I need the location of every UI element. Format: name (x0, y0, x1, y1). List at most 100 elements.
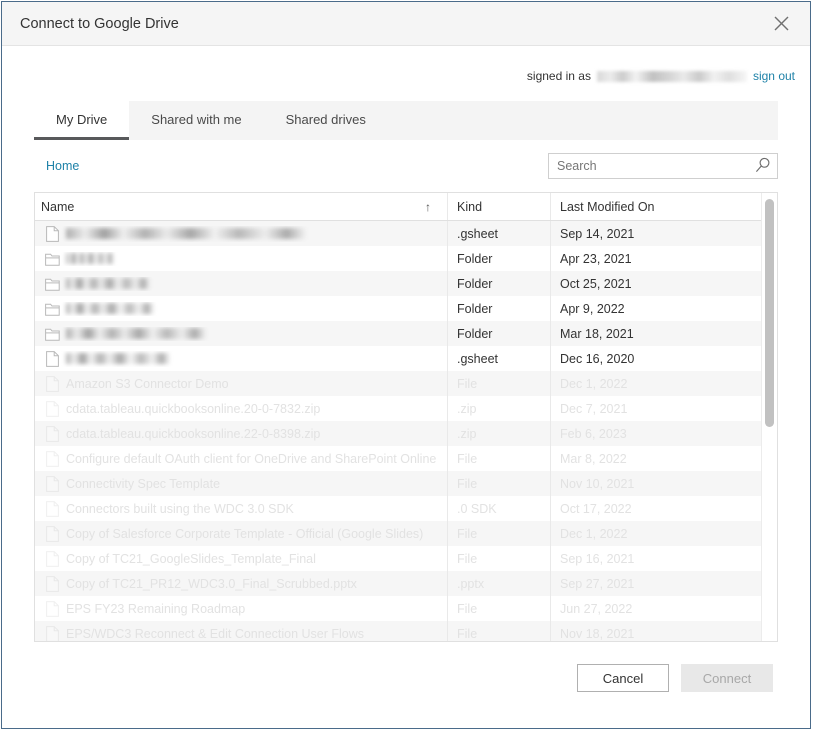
file-name-label: Connectors built using the WDC 3.0 SDK (66, 501, 294, 516)
table-row[interactable]: cdata.tableau.quickbooksonline.20-0-7832… (35, 396, 761, 421)
cell-name (35, 252, 447, 266)
sort-ascending-icon: ↑ (425, 199, 431, 214)
file-rows: .gsheet Sep 14, 2021 Folder Apr 23, 2021 Fol… (35, 221, 761, 641)
signed-in-email-redacted (596, 70, 747, 82)
close-icon[interactable] (768, 11, 794, 37)
signed-in-label: signed in as (526, 69, 591, 83)
file-browser-table: Name ↑ Kind Last Modified On .gsheet Sep … (34, 192, 778, 642)
file-name-label: EPS FY23 Remaining Roadmap (66, 601, 246, 616)
tab-shared-with-me[interactable]: Shared with me (129, 101, 263, 140)
cell-last-modified: Oct 17, 2022 (550, 496, 761, 521)
sign-out-link[interactable]: sign out (753, 69, 795, 83)
breadcrumb-search-bar: Home (34, 140, 778, 192)
file-icon (41, 500, 63, 517)
file-name-redacted (66, 328, 206, 339)
table-row[interactable]: Connectivity Spec Template File Nov 10, 20… (35, 471, 761, 496)
file-name-label: Copy of Salesforce Corporate Template - … (66, 526, 424, 541)
cancel-button[interactable]: Cancel (577, 664, 669, 692)
column-header-name-label: Name (41, 199, 75, 214)
cell-last-modified: Dec 16, 2020 (550, 346, 761, 371)
cell-kind: File (447, 596, 550, 621)
cell-name: Copy of Salesforce Corporate Template - … (35, 525, 447, 542)
cell-kind: .pptx (447, 571, 550, 596)
drive-tabs: My Drive Shared with me Shared drives (34, 101, 778, 140)
cell-last-modified: Nov 18, 2021 (550, 621, 761, 641)
table-row[interactable]: Connectors built using the WDC 3.0 SDK .0… (35, 496, 761, 521)
file-name-label: Amazon S3 Connector Demo (66, 376, 229, 391)
cell-name (35, 277, 447, 291)
table-row[interactable]: Folder Mar 18, 2021 (35, 321, 761, 346)
table-row[interactable]: Copy of TC21_GoogleSlides_Template_Final… (35, 546, 761, 571)
file-icon (41, 225, 63, 242)
table-row[interactable]: Copy of TC21_PR12_WDC3.0_Final_Scrubbed.… (35, 571, 761, 596)
cell-last-modified: Dec 1, 2022 (550, 521, 761, 546)
cell-kind: File (447, 371, 550, 396)
file-name-redacted (66, 278, 150, 289)
cell-last-modified: Apr 23, 2021 (550, 246, 761, 271)
cell-kind: Folder (447, 246, 550, 271)
dialog-footer: Cancel Connect (2, 642, 810, 728)
cell-name: Copy of TC21_GoogleSlides_Template_Final (35, 550, 447, 567)
table-row[interactable]: EPS/WDC3 Reconnect & Edit Connection Use… (35, 621, 761, 641)
column-header-kind[interactable]: Kind (447, 193, 550, 220)
cell-name: Connectivity Spec Template (35, 475, 447, 492)
file-list-scrollbar-thumb[interactable] (765, 199, 774, 427)
cell-last-modified: Dec 7, 2021 (550, 396, 761, 421)
cell-last-modified: Jun 27, 2022 (550, 596, 761, 621)
cell-kind: .gsheet (447, 346, 550, 371)
cell-kind: .gsheet (447, 221, 550, 246)
tab-my-drive[interactable]: My Drive (34, 101, 130, 140)
table-row[interactable]: Configure default OAuth client for OneDr… (35, 446, 761, 471)
search-input[interactable] (548, 153, 778, 179)
table-row[interactable]: EPS FY23 Remaining Roadmap File Jun 27, 20… (35, 596, 761, 621)
cell-name: cdata.tableau.quickbooksonline.22-0-8398… (35, 425, 447, 442)
file-name-label: cdata.tableau.quickbooksonline.22-0-8398… (66, 426, 321, 441)
cell-kind: File (447, 621, 550, 641)
folder-icon (41, 302, 63, 316)
table-row[interactable]: .gsheet Dec 16, 2020 (35, 346, 761, 371)
file-name-redacted (66, 353, 170, 364)
tab-shared-drives[interactable]: Shared drives (264, 101, 388, 140)
cell-last-modified: Sep 27, 2021 (550, 571, 761, 596)
cell-name: Connectors built using the WDC 3.0 SDK (35, 500, 447, 517)
file-list-scrollbar[interactable] (761, 193, 777, 641)
table-row[interactable]: Amazon S3 Connector Demo File Dec 1, 2022 (35, 371, 761, 396)
file-name-label: cdata.tableau.quickbooksonline.20-0-7832… (66, 401, 321, 416)
table-row[interactable]: Folder Apr 23, 2021 (35, 246, 761, 271)
table-row[interactable]: Copy of Salesforce Corporate Template - … (35, 521, 761, 546)
file-name-redacted (66, 303, 154, 314)
cell-kind: File (447, 521, 550, 546)
cell-last-modified: Feb 6, 2023 (550, 421, 761, 446)
cell-kind: Folder (447, 271, 550, 296)
folder-icon (41, 252, 63, 266)
cell-name (35, 225, 447, 242)
cell-last-modified: Oct 25, 2021 (550, 271, 761, 296)
cell-last-modified: Mar 18, 2021 (550, 321, 761, 346)
cell-kind: File (447, 546, 550, 571)
table-row[interactable]: cdata.tableau.quickbooksonline.22-0-8398… (35, 421, 761, 446)
dialog-title: Connect to Google Drive (20, 15, 179, 32)
cell-last-modified: Sep 16, 2021 (550, 546, 761, 571)
connect-button: Connect (681, 664, 773, 692)
file-name-label: Copy of TC21_PR12_WDC3.0_Final_Scrubbed.… (66, 576, 357, 591)
column-header-name[interactable]: Name ↑ (35, 200, 447, 214)
cell-name: Copy of TC21_PR12_WDC3.0_Final_Scrubbed.… (35, 575, 447, 592)
cell-last-modified: Mar 8, 2022 (550, 446, 761, 471)
cell-name (35, 302, 447, 316)
file-icon (41, 525, 63, 542)
cell-name (35, 350, 447, 367)
cell-last-modified: Sep 14, 2021 (550, 221, 761, 246)
table-row[interactable]: .gsheet Sep 14, 2021 (35, 221, 761, 246)
search-box (548, 153, 778, 179)
table-row[interactable]: Folder Oct 25, 2021 (35, 271, 761, 296)
table-row[interactable]: Folder Apr 9, 2022 (35, 296, 761, 321)
dialog-titlebar: Connect to Google Drive (2, 2, 810, 46)
cell-kind: .0 SDK (447, 496, 550, 521)
file-icon (41, 475, 63, 492)
file-icon (41, 575, 63, 592)
cell-kind: .zip (447, 421, 550, 446)
column-header-last-modified[interactable]: Last Modified On (550, 193, 761, 220)
file-name-label: EPS/WDC3 Reconnect & Edit Connection Use… (66, 626, 365, 641)
breadcrumb-home[interactable]: Home (34, 159, 79, 173)
signed-in-row: signed in as sign out (2, 58, 810, 94)
